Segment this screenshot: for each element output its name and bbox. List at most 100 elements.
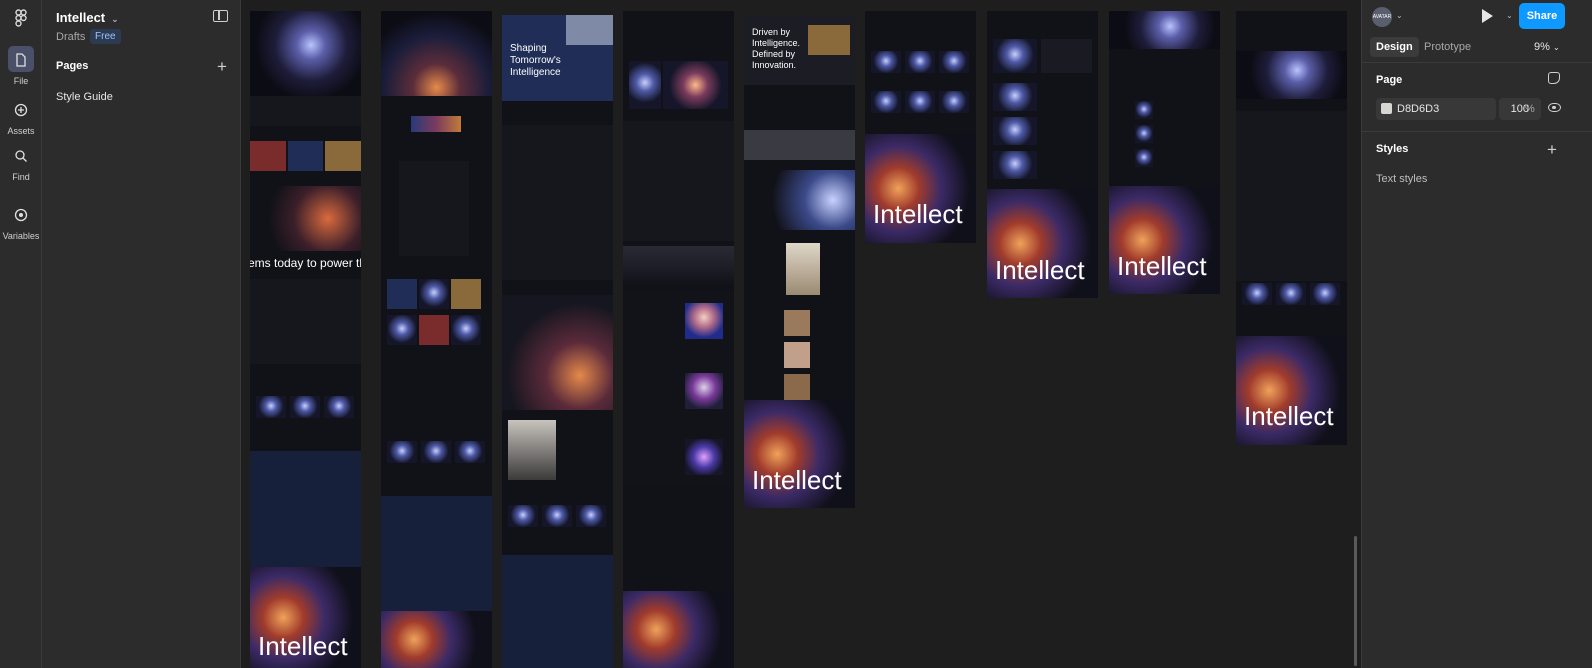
plan-badge[interactable]: Free [90,29,121,44]
frame-section [250,96,361,126]
percent-sign: % [1525,103,1535,115]
frame-images [623,61,734,109]
frame-blog-cards [871,91,969,113]
footer-wordmark: Intellect [995,255,1085,285]
styles-icon[interactable] [1548,72,1560,84]
canvas-frame-2[interactable] [381,11,492,668]
file-location[interactable]: Drafts [56,31,85,43]
frame-steps [399,161,469,256]
frame-photo [786,243,820,295]
tab-prototype[interactable]: Prototype [1418,37,1477,57]
frame-hero-image [381,11,492,96]
eye-icon[interactable] [1548,103,1561,112]
footer-wordmark: Intellect [1244,401,1334,431]
frame-team [744,310,855,432]
frame-hero-inset [808,25,850,55]
rail-assets-label: Assets [7,126,35,136]
add-style-icon[interactable]: + [1547,141,1557,158]
frame-wave [623,246,734,286]
frame-faq [381,496,492,616]
frame-article-body [1236,111,1347,281]
frame-blog-cards [256,396,354,418]
properties-panel: AVATAR ⌄ ⌄ Share Design Prototype 9% ⌄ P… [1361,0,1592,668]
frame-services [623,291,734,486]
marquee-text: ems today to power the in [250,256,361,270]
page-color-hex[interactable]: D8D6D3 [1397,103,1439,115]
frame-footer [623,591,734,668]
hero-heading: Shaping Tomorrow's Intelligence [510,43,561,78]
canvas-frame-9[interactable]: Intellect [1236,11,1347,445]
footer-wordmark: Intellect [873,199,963,229]
avatar[interactable]: AVATAR [1372,7,1392,27]
hero-heading: Driven by Intelligence. Defined by Innov… [752,27,801,70]
canvas-frame-8[interactable]: Intellect [1109,11,1220,294]
rail-assets-button[interactable]: Assets [0,96,42,136]
frame-blog-cards [871,51,969,73]
page-color-swatch[interactable] [1381,103,1392,114]
canvas-frame-3[interactable]: Shaping Tomorrow's Intelligence [502,15,613,668]
frame-portrait [508,420,556,480]
canvas-frame-5[interactable]: Driven by Intelligence. Defined by Innov… [744,15,855,508]
rail-file-button[interactable]: File [0,46,42,86]
rail-variables-button[interactable]: Variables [0,201,42,241]
frame-blog-cards [387,441,485,463]
frame-cards-row [250,141,361,171]
footer-wordmark: Intellect [752,465,842,495]
share-button[interactable]: Share [1519,3,1565,29]
rail-find-label: Find [12,172,30,182]
frame-hero-image [1236,51,1347,99]
figma-app: File Assets Find Variables Intellect ⌄ Dr… [0,0,1592,668]
footer-wordmark: Intellect [258,631,348,661]
layers-panel: Intellect ⌄ Drafts Free Pages + Style Gui… [42,0,241,668]
text-styles-label[interactable]: Text styles [1376,173,1427,185]
frame-feature-section [502,125,613,280]
frame-feature-grid [250,186,361,251]
frame-post-list [987,83,1098,193]
canvas-scrollbar[interactable] [1354,536,1357,666]
file-name: Intellect [56,10,106,25]
zoom-level[interactable]: 9% ⌄ [1534,41,1560,53]
search-icon [8,142,34,168]
chevron-down-icon[interactable]: ⌄ [1396,11,1403,20]
frame-challenges [744,170,855,230]
rail-file-label: File [13,76,29,86]
sidebar-toggle-icon[interactable] [213,10,228,22]
frame-hero-inset [566,15,613,45]
variables-icon [8,201,34,227]
canvas-frame-1[interactable]: ems today to power the in Intellect [250,11,361,668]
add-page-icon[interactable]: + [217,58,227,75]
frame-capabilities [381,279,492,349]
present-play-icon[interactable] [1482,9,1493,23]
figma-logo-icon[interactable] [12,9,30,27]
frame-panel [744,130,855,160]
page-item-style-guide[interactable]: Style Guide [56,91,113,103]
rail-find-button[interactable]: Find [0,142,42,182]
canvas-frame-4[interactable] [623,11,734,668]
frame-footer [381,611,492,668]
pages-header: Pages [56,60,89,72]
design-canvas[interactable]: ems today to power the in Intellect [241,0,1361,668]
frame-industries [250,279,361,364]
assets-icon [8,96,34,122]
frame-faq [502,555,613,668]
frame-blog-cards [508,505,606,527]
frame-solutions [623,121,734,241]
tab-design[interactable]: Design [1370,37,1419,57]
divider [1362,62,1592,63]
chevron-down-icon[interactable]: ⌄ [1506,11,1513,20]
page-section-title: Page [1376,74,1403,86]
frame-faq [250,451,361,571]
frame-capabilities [502,295,613,410]
canvas-frame-6[interactable]: Intellect [865,11,976,243]
divider [1362,131,1592,132]
file-name-menu[interactable]: Intellect ⌄ [56,10,119,25]
rail-variables-label: Variables [2,231,40,241]
footer-wordmark: Intellect [1117,251,1207,281]
file-icon [8,46,34,72]
styles-section-title: Styles [1376,143,1409,155]
frame-hero-image [250,11,361,96]
chevron-down-icon: ⌄ [111,14,119,24]
frame-post-list [1109,101,1220,181]
zoom-value: 9% [1534,41,1550,53]
canvas-frame-7[interactable]: Intellect [987,11,1098,298]
